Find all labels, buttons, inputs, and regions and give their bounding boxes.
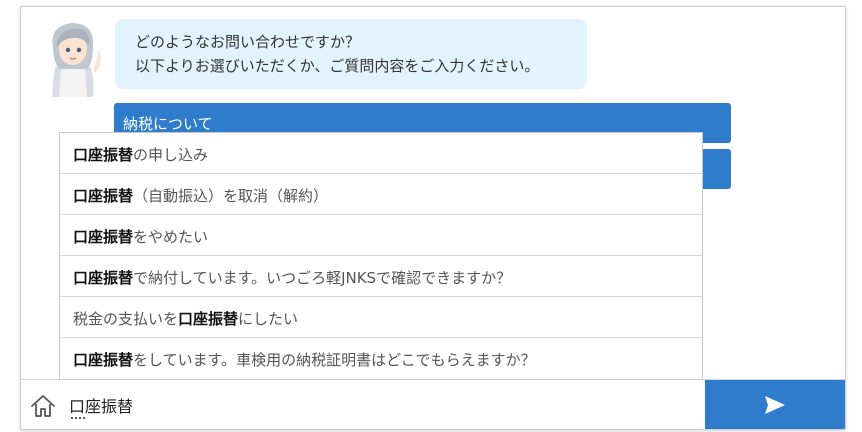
suggestion-item[interactable]: 口座振替をしています。車検用の納税証明書はどこでもらえますか？ xyxy=(60,338,702,379)
home-icon xyxy=(31,395,55,417)
chat-window: どのようなお問い合わせですか？ 以下よりお選びいただくか、ご質問内容をご入力くだ… xyxy=(20,6,846,430)
suggestion-match: 口座振替 xyxy=(178,310,239,328)
suggestion-item[interactable]: 口座振替で納付しています。いつごろ軽JNKSで確認できますか？ xyxy=(60,256,702,297)
bot-message-line: どのようなお問い合わせですか？ xyxy=(135,33,361,51)
home-button[interactable] xyxy=(29,392,57,420)
bot-message-bubble: どのようなお問い合わせですか？ 以下よりお選びいただくか、ご質問内容をご入力くだ… xyxy=(115,19,587,89)
suggestion-item[interactable]: 口座振替の申し込み xyxy=(60,133,702,174)
message-input-bar xyxy=(21,379,845,429)
suggestion-match: 口座振替 xyxy=(73,351,134,369)
send-button[interactable] xyxy=(705,380,845,429)
suggestion-match: 口座振替 xyxy=(73,228,134,246)
send-arrow-icon xyxy=(765,396,785,414)
suggestion-match: 口座振替 xyxy=(73,146,134,164)
bot-message-line: 以下よりお選びいただくか、ご質問内容をご入力ください。 xyxy=(135,57,540,75)
suggestion-match: 口座振替 xyxy=(73,187,134,205)
autocomplete-suggestions: 口座振替の申し込み 口座振替（自動振込）を取消（解約） 口座振替をやめたい 口座… xyxy=(59,132,703,380)
ime-composition-underline xyxy=(71,417,85,419)
message-input[interactable] xyxy=(69,388,689,422)
suggestion-item[interactable]: 口座振替（自動振込）を取消（解約） xyxy=(60,174,702,215)
suggestion-item[interactable]: 税金の支払いを口座振替にしたい xyxy=(60,297,702,338)
suggestion-item[interactable]: 口座振替をやめたい xyxy=(60,215,702,256)
assistant-avatar xyxy=(52,23,101,97)
suggestion-match: 口座振替 xyxy=(73,269,134,287)
